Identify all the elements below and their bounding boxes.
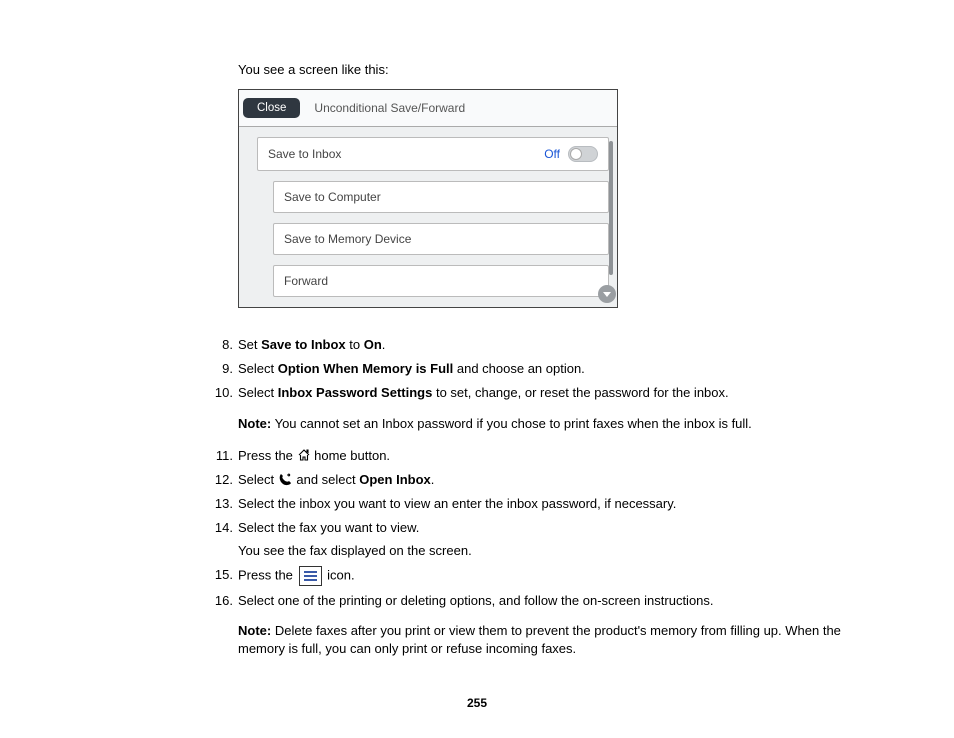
step-11: Press the home button.	[209, 447, 858, 465]
phone-icon	[278, 473, 293, 486]
device-row-save-inbox: Save to Inbox Off	[257, 137, 609, 171]
step-14: Select the fax you want to view. You see…	[209, 519, 858, 559]
row-label: Save to Inbox	[268, 147, 341, 161]
device-screenshot: Close Unconditional Save/Forward Save to…	[238, 89, 618, 308]
page-number: 255	[0, 696, 954, 710]
row-label: Save to Computer	[284, 190, 381, 204]
step-9: Select Option When Memory is Full and ch…	[209, 360, 858, 378]
device-close-button: Close	[243, 98, 300, 118]
step-16: Select one of the printing or deleting o…	[209, 592, 858, 659]
step-10: Select Inbox Password Settings to set, c…	[209, 384, 858, 432]
device-row-save-computer: Save to Computer	[273, 181, 609, 213]
row-label: Save to Memory Device	[284, 232, 411, 246]
note-2: Note: Delete faxes after you print or vi…	[238, 622, 858, 658]
instruction-list: Set Save to Inbox to On. Select Option W…	[209, 336, 858, 658]
step-12: Select and select Open Inbox.	[209, 471, 858, 489]
step-15: Press the icon.	[209, 566, 858, 586]
toggle-state-label: Off	[544, 147, 560, 161]
home-icon	[297, 449, 311, 461]
device-body: Save to Inbox Off Save to Computer Save …	[239, 127, 617, 307]
device-row-save-memory: Save to Memory Device	[273, 223, 609, 255]
menu-icon	[299, 566, 322, 586]
device-row-forward: Forward	[273, 265, 609, 297]
step-13: Select the inbox you want to view an ent…	[209, 495, 858, 513]
device-scroll-down-icon	[598, 285, 616, 303]
intro-text: You see a screen like this:	[238, 62, 858, 77]
document-content: You see a screen like this: Close Uncond…	[238, 62, 858, 672]
note-1: Note: You cannot set an Inbox password i…	[238, 415, 858, 433]
toggle-switch	[568, 146, 598, 162]
device-header: Close Unconditional Save/Forward	[239, 90, 617, 127]
device-header-title: Unconditional Save/Forward	[314, 101, 465, 115]
step-14-sub: You see the fax displayed on the screen.	[238, 542, 858, 560]
device-scrollbar	[609, 141, 613, 275]
row-label: Forward	[284, 274, 328, 288]
step-8: Set Save to Inbox to On.	[209, 336, 858, 354]
